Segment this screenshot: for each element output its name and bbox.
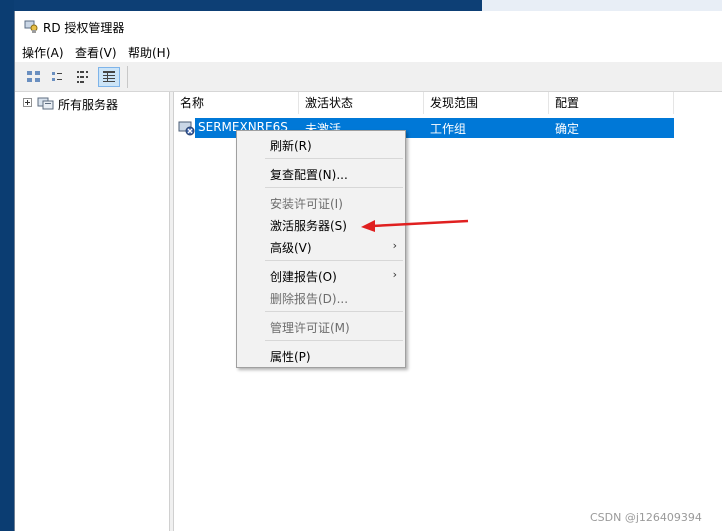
annotation-arrow-icon xyxy=(361,219,469,232)
watermark-text: CSDN @j126409394 xyxy=(590,511,702,524)
